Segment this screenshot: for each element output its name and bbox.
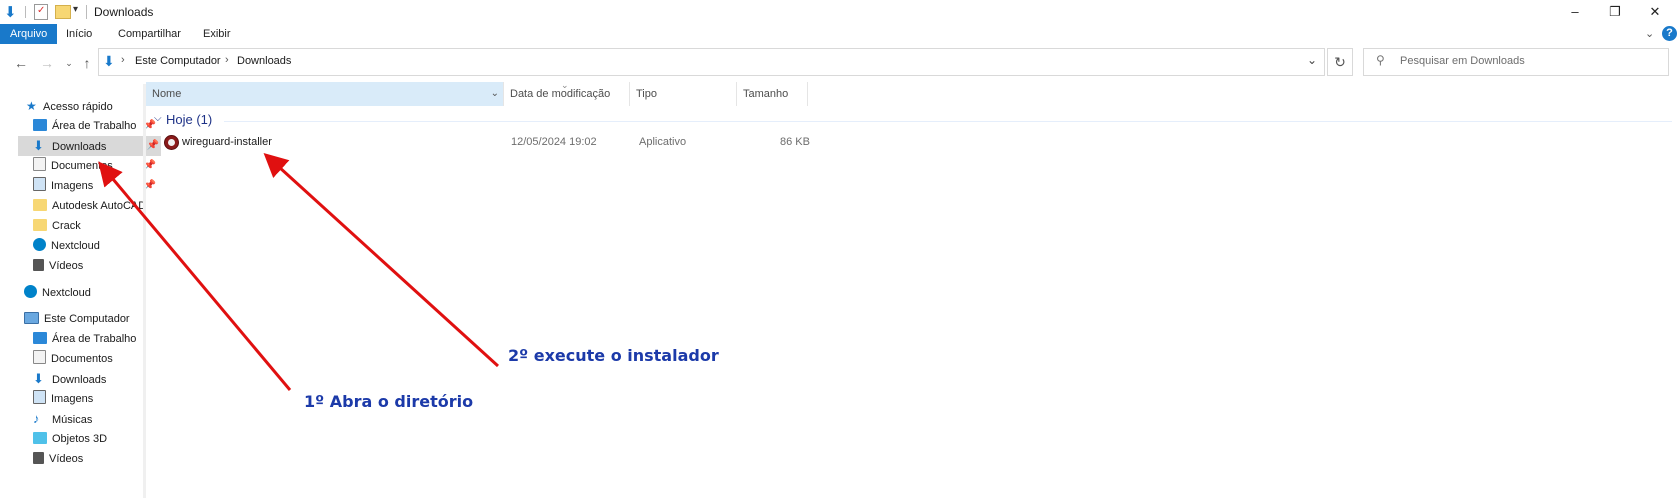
annotation-arrows — [98, 152, 500, 391]
arrow-to-installer — [263, 152, 500, 368]
arrow-to-downloads — [98, 161, 292, 391]
annotation-step-2: 2º execute o instalador — [508, 346, 719, 365]
annotation-step-1: 1º Abra o diretório — [304, 392, 474, 411]
